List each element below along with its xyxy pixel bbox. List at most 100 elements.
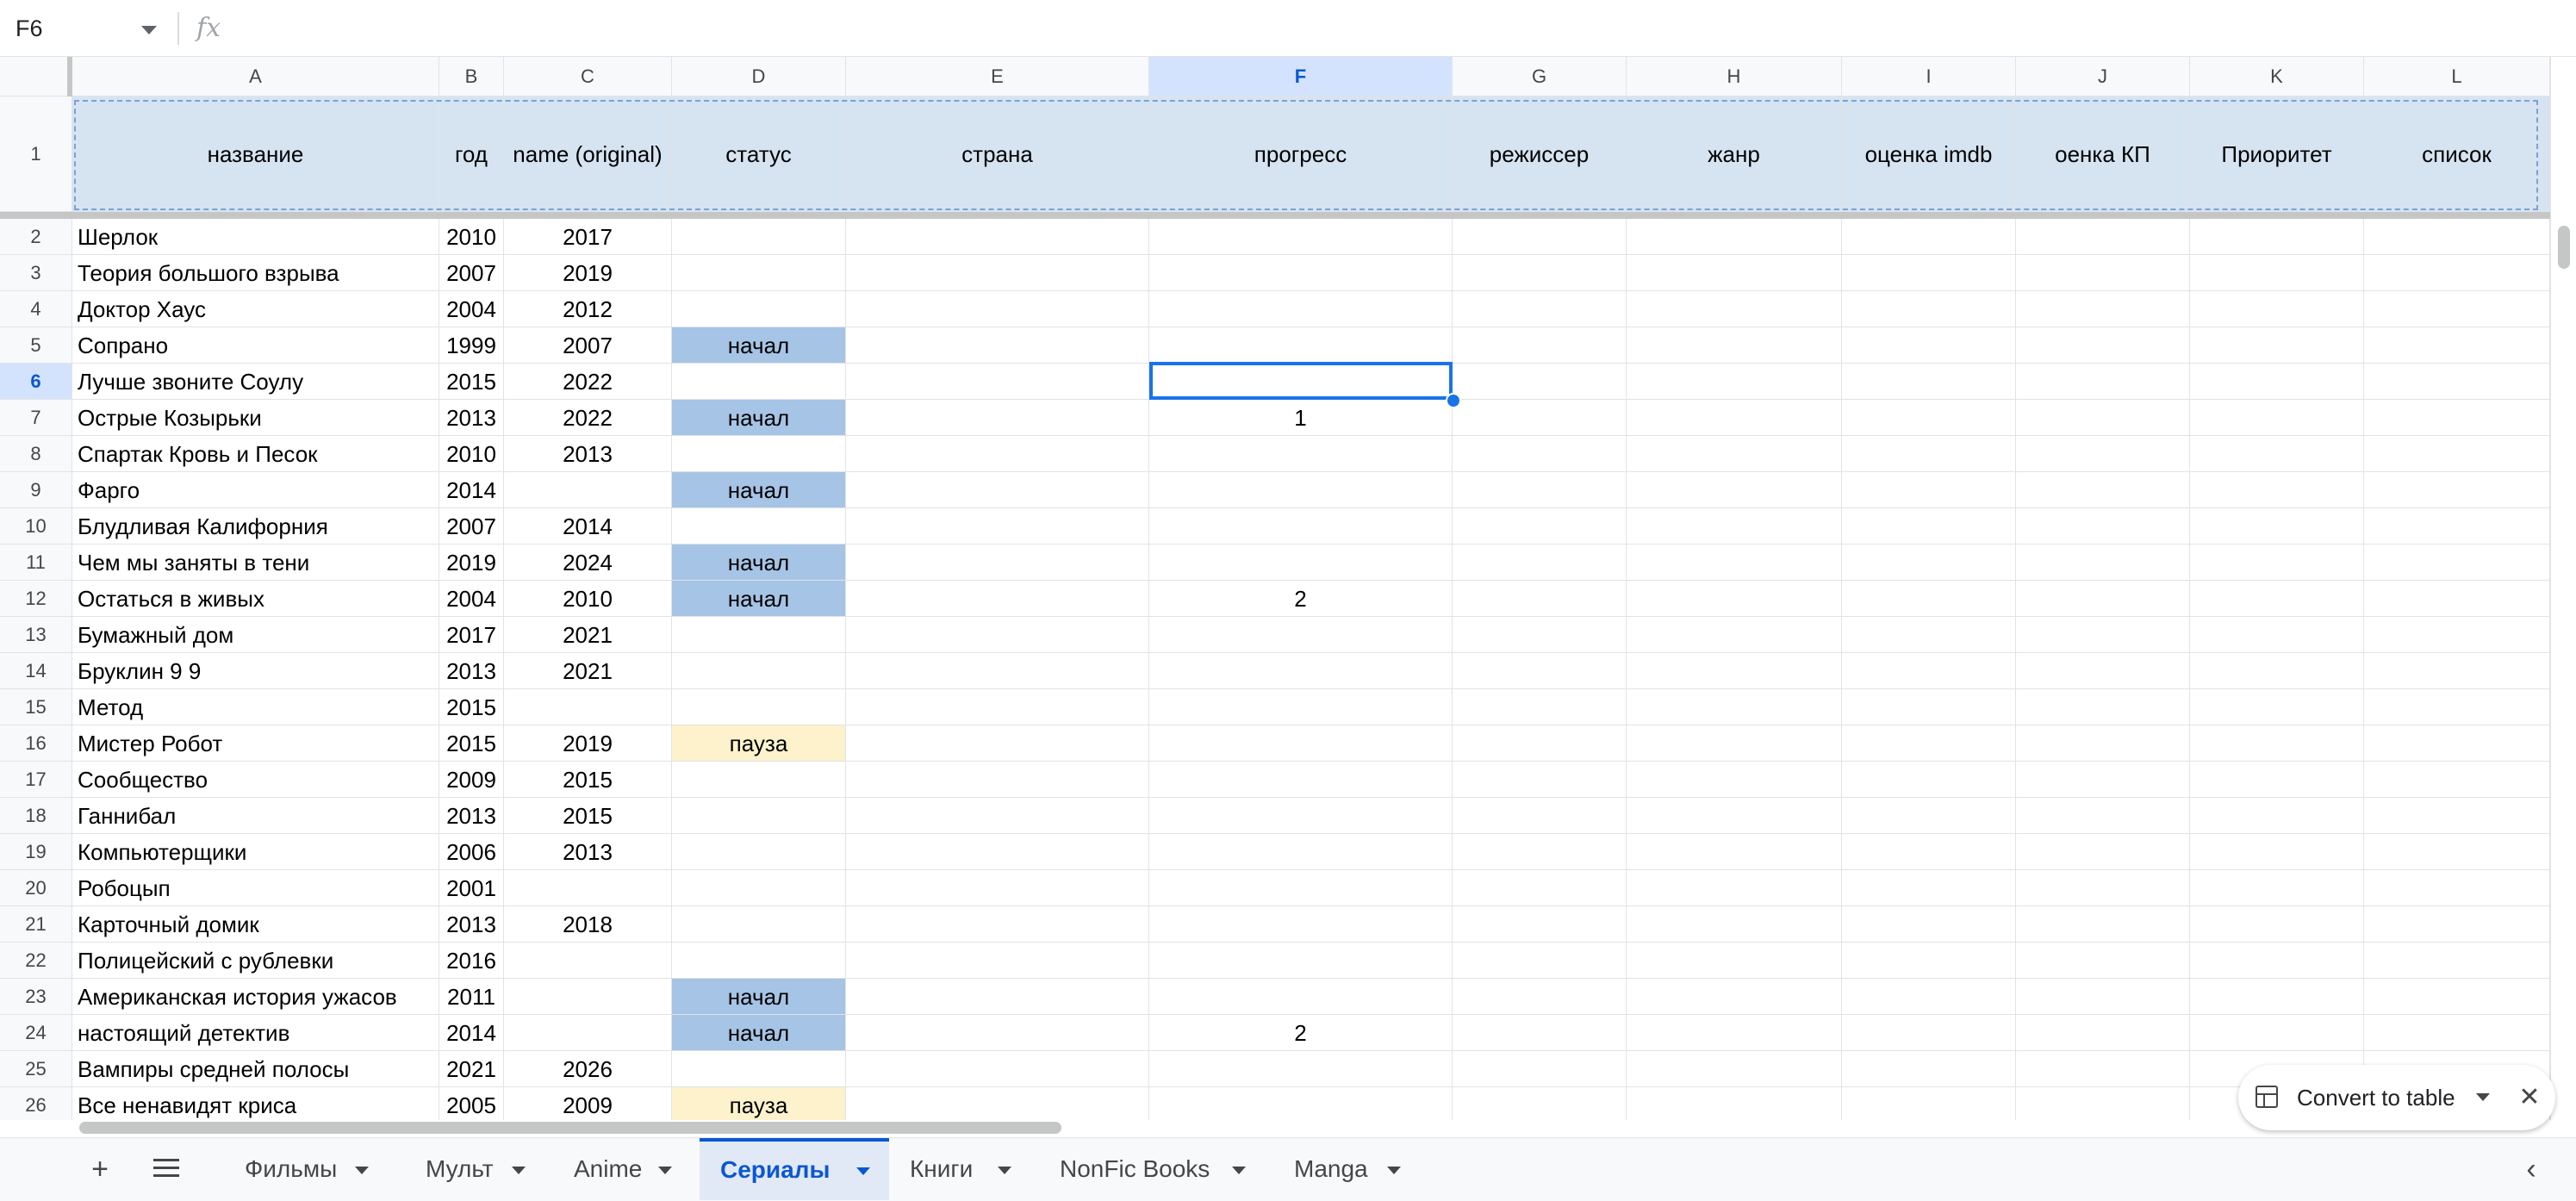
column-header-b[interactable]: B <box>439 57 504 96</box>
empty-cell-g[interactable] <box>1453 943 1627 979</box>
chevron-down-icon[interactable] <box>512 1167 526 1174</box>
title-cell[interactable]: Лучше звоните Соулу <box>72 364 439 400</box>
row-header-5[interactable]: 5 <box>0 327 72 364</box>
status-cell[interactable]: пауза <box>672 1087 846 1120</box>
original-year-cell[interactable] <box>504 689 672 725</box>
title-cell[interactable]: Блудливая Калифорния <box>72 508 439 544</box>
year-cell[interactable]: 2004 <box>439 291 504 327</box>
progress-cell[interactable] <box>1149 255 1453 291</box>
empty-cell-i[interactable] <box>1842 1015 2016 1051</box>
row-header-16[interactable]: 16 <box>0 725 72 762</box>
year-cell[interactable]: 2009 <box>439 762 504 798</box>
progress-cell[interactable]: 2 <box>1149 581 1453 617</box>
row-header-1[interactable]: 1 <box>0 96 72 212</box>
empty-cell-g[interactable] <box>1453 653 1627 689</box>
empty-cell-g[interactable] <box>1453 255 1627 291</box>
year-cell[interactable]: 2013 <box>439 400 504 436</box>
status-cell[interactable] <box>672 1051 846 1087</box>
original-year-cell[interactable]: 2026 <box>504 1051 672 1087</box>
empty-cell-l[interactable] <box>2364 255 2550 291</box>
status-cell[interactable] <box>672 798 846 834</box>
empty-cell-h[interactable] <box>1627 870 1842 906</box>
empty-cell-j[interactable] <box>2016 1051 2190 1087</box>
progress-cell[interactable] <box>1149 508 1453 544</box>
title-cell[interactable]: Все ненавидят криса <box>72 1087 439 1120</box>
status-cell[interactable]: начал <box>672 327 846 364</box>
year-cell[interactable]: 2016 <box>439 943 504 979</box>
row-header-3[interactable]: 3 <box>0 255 72 291</box>
empty-cell-e[interactable] <box>846 834 1149 870</box>
column-header-i[interactable]: I <box>1842 57 2016 96</box>
empty-cell-l[interactable] <box>2364 906 2550 943</box>
chevron-down-icon[interactable] <box>856 1167 870 1175</box>
empty-cell-h[interactable] <box>1627 436 1842 472</box>
column-header-j[interactable]: J <box>2016 57 2190 96</box>
empty-cell-g[interactable] <box>1453 834 1627 870</box>
year-cell[interactable]: 2014 <box>439 472 504 508</box>
status-cell[interactable] <box>672 870 846 906</box>
progress-cell[interactable] <box>1149 653 1453 689</box>
empty-cell-h[interactable] <box>1627 1015 1842 1051</box>
empty-cell-l[interactable] <box>2364 834 2550 870</box>
empty-cell-h[interactable] <box>1627 1051 1842 1087</box>
year-cell[interactable]: 1999 <box>439 327 504 364</box>
title-cell[interactable]: Сопрано <box>72 327 439 364</box>
empty-cell-g[interactable] <box>1453 798 1627 834</box>
empty-cell-l[interactable] <box>2364 327 2550 364</box>
empty-cell-k[interactable] <box>2190 906 2364 943</box>
empty-cell-h[interactable] <box>1627 689 1842 725</box>
empty-cell-h[interactable] <box>1627 943 1842 979</box>
empty-cell-g[interactable] <box>1453 870 1627 906</box>
empty-cell-h[interactable] <box>1627 291 1842 327</box>
empty-cell-k[interactable] <box>2190 581 2364 617</box>
empty-cell-e[interactable] <box>846 400 1149 436</box>
row-header-7[interactable]: 7 <box>0 400 72 436</box>
row-header-8[interactable]: 8 <box>0 436 72 472</box>
empty-cell-l[interactable] <box>2364 979 2550 1015</box>
original-year-cell[interactable]: 2022 <box>504 400 672 436</box>
title-cell[interactable]: настоящий детектив <box>72 1015 439 1051</box>
empty-cell-e[interactable] <box>846 1087 1149 1120</box>
title-cell[interactable]: Мистер Робот <box>72 725 439 762</box>
original-year-cell[interactable] <box>504 1015 672 1051</box>
empty-cell-g[interactable] <box>1453 327 1627 364</box>
original-year-cell[interactable]: 2012 <box>504 291 672 327</box>
all-sheets-menu-icon[interactable] <box>153 1159 179 1179</box>
year-cell[interactable]: 2010 <box>439 436 504 472</box>
empty-cell-l[interactable] <box>2364 762 2550 798</box>
empty-cell-j[interactable] <box>2016 943 2190 979</box>
empty-cell-l[interactable] <box>2364 508 2550 544</box>
title-cell[interactable]: Сообщество <box>72 762 439 798</box>
frozen-row-divider[interactable] <box>0 212 2550 219</box>
empty-cell-j[interactable] <box>2016 472 2190 508</box>
empty-cell-k[interactable] <box>2190 870 2364 906</box>
empty-cell-j[interactable] <box>2016 508 2190 544</box>
progress-cell[interactable] <box>1149 798 1453 834</box>
original-year-cell[interactable] <box>504 943 672 979</box>
title-cell[interactable]: Робоцып <box>72 870 439 906</box>
empty-cell-h[interactable] <box>1627 1087 1842 1120</box>
empty-cell-i[interactable] <box>1842 327 2016 364</box>
year-cell[interactable]: 2004 <box>439 581 504 617</box>
row-header-25[interactable]: 25 <box>0 1051 72 1087</box>
column-header-d[interactable]: D <box>672 57 846 96</box>
empty-cell-g[interactable] <box>1453 508 1627 544</box>
title-cell[interactable]: Компьютерщики <box>72 834 439 870</box>
chevron-down-icon[interactable] <box>658 1167 672 1174</box>
status-cell[interactable]: начал <box>672 581 846 617</box>
column-header-h[interactable]: H <box>1627 57 1842 96</box>
header-cell-i[interactable]: оценка imdb <box>1842 96 2016 212</box>
empty-cell-h[interactable] <box>1627 798 1842 834</box>
header-cell-l[interactable]: список <box>2364 96 2550 212</box>
original-year-cell[interactable]: 2013 <box>504 834 672 870</box>
progress-cell[interactable] <box>1149 906 1453 943</box>
year-cell[interactable]: 2015 <box>439 364 504 400</box>
vertical-scrollbar[interactable] <box>2550 57 2576 1120</box>
empty-cell-g[interactable] <box>1453 979 1627 1015</box>
empty-cell-l[interactable] <box>2364 617 2550 653</box>
empty-cell-e[interactable] <box>846 762 1149 798</box>
title-cell[interactable]: Вампиры средней полосы <box>72 1051 439 1087</box>
status-cell[interactable]: начал <box>672 1015 846 1051</box>
empty-cell-k[interactable] <box>2190 798 2364 834</box>
empty-cell-l[interactable] <box>2364 436 2550 472</box>
